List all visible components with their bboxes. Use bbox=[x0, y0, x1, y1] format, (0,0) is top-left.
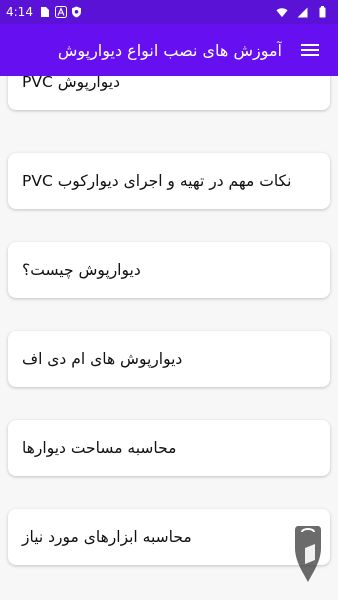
wifi-icon bbox=[276, 6, 288, 18]
vpn-shield-icon bbox=[71, 6, 83, 18]
cell-signal-icon bbox=[296, 6, 308, 18]
list-item-required-tools-calculation[interactable]: محاسبه ابزارهای مورد نیاز bbox=[8, 509, 330, 565]
battery-icon bbox=[316, 6, 328, 18]
status-time: 4:14 bbox=[6, 5, 33, 19]
status-bar: 4:14 bbox=[0, 0, 338, 24]
a-notification-icon bbox=[54, 6, 67, 18]
sim-card-icon bbox=[39, 6, 51, 18]
app-title: آموزش های نصب انواع دیوارپوش bbox=[57, 40, 282, 60]
list-item-label: دیوارپوش های ام دی اف bbox=[22, 350, 183, 368]
list-item-label: محاسبه مساحت دیوارها bbox=[22, 439, 177, 457]
bazaar-bag-icon[interactable] bbox=[288, 522, 328, 594]
list-item-pvc-wall-covering[interactable]: دیوارپوش PVC bbox=[8, 76, 330, 110]
list-item-label: محاسبه ابزارهای مورد نیاز bbox=[22, 528, 192, 546]
list-item-wall-area-calculation[interactable]: محاسبه مساحت دیوارها bbox=[8, 420, 330, 476]
list-item-label: نکات مهم در تهیه و اجرای دیوارکوب PVC bbox=[22, 172, 292, 190]
list-item-what-is-wall-covering[interactable]: دیوارپوش چیست؟ bbox=[8, 242, 330, 298]
list-item-mdf-wall-covering[interactable]: دیوارپوش های ام دی اف bbox=[8, 331, 330, 387]
app-bar: آموزش های نصب انواع دیوارپوش bbox=[0, 24, 338, 76]
list-item-label: دیوارپوش چیست؟ bbox=[22, 261, 141, 279]
hamburger-menu-icon[interactable] bbox=[296, 36, 324, 64]
list-item-pvc-tips[interactable]: نکات مهم در تهیه و اجرای دیوارکوب PVC bbox=[8, 153, 330, 209]
list-item-label: دیوارپوش PVC bbox=[22, 76, 120, 91]
